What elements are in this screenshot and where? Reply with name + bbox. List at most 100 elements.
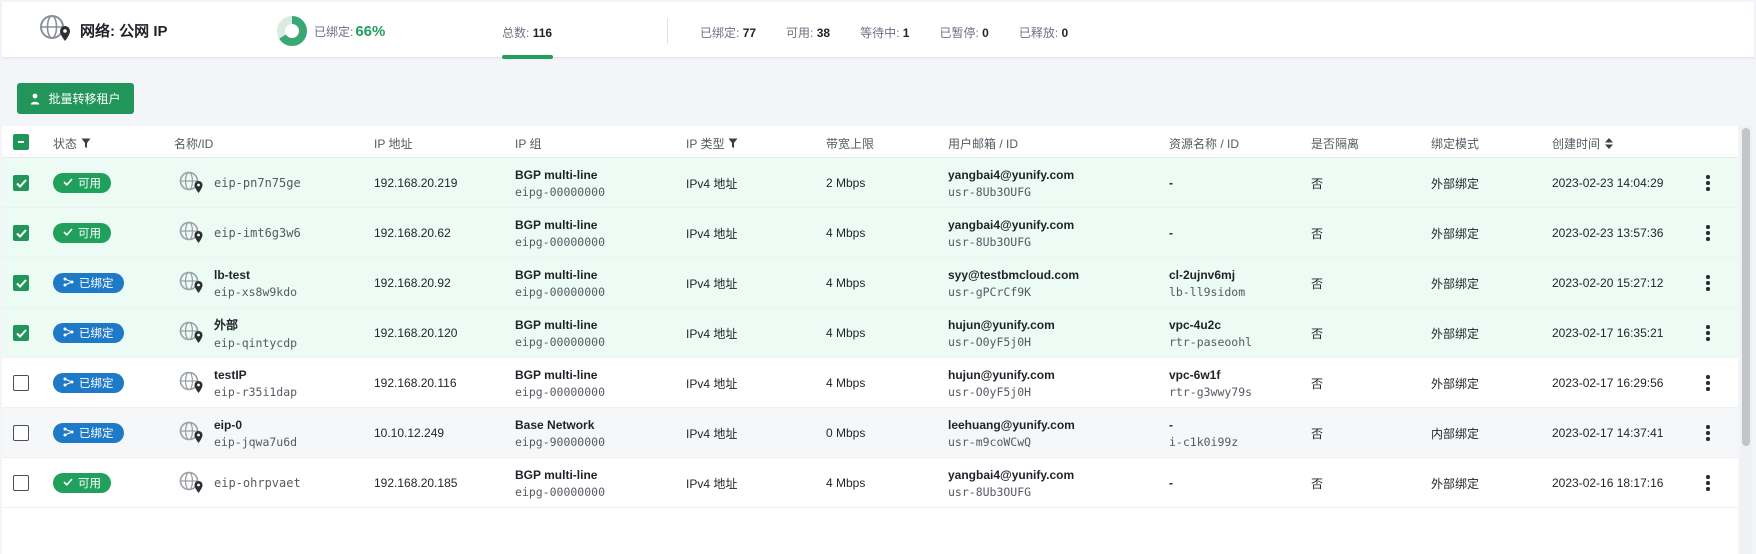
total-label: 总数:	[502, 26, 530, 40]
more-actions-icon[interactable]	[1699, 174, 1717, 192]
row-checkbox[interactable]	[13, 358, 29, 408]
eip-name[interactable]: testIP	[214, 368, 297, 382]
created-cell: 2023-02-17 16:35:21	[1552, 326, 1664, 340]
vertical-scrollbar[interactable]	[1740, 126, 1752, 554]
more-actions-icon[interactable]	[1699, 374, 1717, 392]
ipgroup-id[interactable]: eipg-00000000	[515, 385, 605, 399]
col-created[interactable]: 创建时间	[1552, 135, 1614, 152]
ipgroup-id[interactable]: eipg-00000000	[515, 285, 605, 299]
ipgroup-id[interactable]: eipg-00000000	[515, 235, 605, 249]
check-icon	[63, 178, 73, 186]
eip-name[interactable]: lb-test	[214, 268, 297, 282]
row-actions[interactable]	[1699, 408, 1717, 458]
status-text: 已绑定	[79, 378, 114, 390]
stat-bound[interactable]: 已绑定: 77	[700, 24, 756, 41]
sort-icon[interactable]	[1605, 138, 1614, 149]
ipgroup-name: BGP multi-line	[515, 267, 598, 282]
user-id[interactable]: usr-8Ub3OUFG	[948, 235, 1074, 249]
isolated-cell: 否	[1311, 326, 1324, 341]
resource-name: -	[1169, 176, 1173, 190]
col-name: 名称/ID	[174, 137, 214, 151]
user-id[interactable]: usr-m9coWCwQ	[948, 435, 1075, 449]
eip-name[interactable]: eip-0	[214, 418, 297, 432]
stat-available[interactable]: 可用: 38	[786, 24, 830, 41]
iptype-cell: IPv4 地址	[686, 226, 738, 241]
eip-id[interactable]: eip-jqwa7u6d	[214, 435, 297, 449]
row-actions[interactable]	[1699, 358, 1717, 408]
page-title: 网络: 公网 IP	[80, 22, 168, 40]
user-id[interactable]: usr-gPCrCf9K	[948, 285, 1079, 299]
resource-id[interactable]: lb-ll9sidom	[1169, 285, 1245, 299]
batch-transfer-label: 批量转移租户	[48, 92, 121, 106]
resource-id[interactable]: i-c1k0i99z	[1169, 435, 1238, 449]
eip-id[interactable]: eip-xs8w9kdo	[214, 285, 297, 299]
row-actions[interactable]	[1699, 458, 1717, 508]
more-actions-icon[interactable]	[1699, 274, 1717, 292]
ipgroup-id[interactable]: eipg-00000000	[515, 185, 605, 199]
select-all-checkbox[interactable]	[13, 134, 29, 150]
ipgroup-id[interactable]: eipg-00000000	[515, 485, 605, 499]
eip-name[interactable]: 外部	[214, 316, 297, 333]
ipgroup-name: BGP multi-line	[515, 467, 598, 482]
row-checkbox[interactable]	[13, 258, 29, 308]
resource-id[interactable]: rtr-g3wwy79s	[1169, 385, 1252, 399]
eip-id[interactable]: eip-r35i1dap	[214, 385, 297, 399]
eip-id[interactable]: eip-qintycdp	[214, 336, 297, 350]
name-cell: testIP eip-r35i1dap	[178, 358, 297, 408]
more-actions-icon[interactable]	[1699, 324, 1717, 342]
name-cell: eip-ohrpvaet	[178, 458, 301, 508]
eip-id[interactable]: eip-pn7n75ge	[214, 176, 301, 190]
resource-id[interactable]: rtr-paseoohl	[1169, 335, 1252, 349]
filter-icon[interactable]	[728, 138, 738, 149]
scrollbar-thumb[interactable]	[1742, 128, 1750, 446]
ipgroup-id[interactable]: eipg-90000000	[515, 435, 605, 449]
status-cell: 已绑定	[53, 358, 124, 408]
row-checkbox[interactable]	[13, 408, 29, 458]
iptype-cell: IPv4 地址	[686, 376, 738, 391]
total-tab[interactable]: 总数: 116	[502, 24, 552, 41]
bind-icon	[63, 277, 74, 286]
table-row[interactable]: 已绑定 eip-0 eip-jqwa7u6d 10.10.12.249 Base…	[2, 408, 1738, 458]
more-actions-icon[interactable]	[1699, 224, 1717, 242]
user-email: yangbai4@yunify.com	[948, 217, 1075, 232]
stat-pending[interactable]: 等待中: 1	[860, 24, 909, 41]
col-iptype[interactable]: IP 类型	[686, 135, 738, 152]
more-actions-icon[interactable]	[1699, 474, 1717, 492]
resource-cell: cl-2ujnv6mj lb-ll9sidom	[1169, 258, 1245, 308]
created-cell: 2023-02-23 13:57:36	[1552, 226, 1664, 240]
table-row[interactable]: 可用 eip-pn7n75ge 192.168.20.219 BGP multi…	[2, 158, 1738, 208]
bind-icon	[63, 377, 74, 386]
table-row[interactable]: 已绑定 lb-test eip-xs8w9kdo 192.168.20.92 B…	[2, 258, 1738, 308]
stat-suspended[interactable]: 已暂停: 0	[939, 24, 988, 41]
total-value: 116	[532, 26, 553, 40]
row-actions[interactable]	[1699, 308, 1717, 358]
user-cell: yangbai4@yunify.com usr-8Ub3OUFG	[948, 158, 1074, 208]
ip-cell: 192.168.20.185	[374, 458, 457, 508]
table-row[interactable]: 已绑定 testIP eip-r35i1dap 192.168.20.116 B…	[2, 358, 1738, 408]
row-checkbox[interactable]	[13, 458, 29, 508]
status-text: 可用	[78, 228, 101, 240]
ipgroup-name: BGP multi-line	[515, 217, 598, 232]
table-row[interactable]: 已绑定 外部 eip-qintycdp 192.168.20.120 BGP m…	[2, 308, 1738, 358]
user-id[interactable]: usr-8Ub3OUFG	[948, 485, 1074, 499]
batch-transfer-tenant-button[interactable]: 批量转移租户	[17, 83, 134, 114]
ipgroup-id[interactable]: eipg-00000000	[515, 335, 605, 349]
stat-released[interactable]: 已释放: 0	[1019, 24, 1068, 41]
table-row[interactable]: 可用 eip-imt6g3w6 192.168.20.62 BGP multi-…	[2, 208, 1738, 258]
row-checkbox[interactable]	[13, 158, 29, 208]
eip-id[interactable]: eip-ohrpvaet	[214, 476, 301, 490]
row-actions[interactable]	[1699, 208, 1717, 258]
eip-id[interactable]: eip-imt6g3w6	[214, 226, 301, 240]
ip-cell: 192.168.20.116	[374, 358, 457, 408]
user-id[interactable]: usr-O0yF5j0H	[948, 335, 1055, 349]
row-checkbox[interactable]	[13, 208, 29, 258]
col-status[interactable]: 状态	[53, 135, 91, 152]
more-actions-icon[interactable]	[1699, 424, 1717, 442]
user-id[interactable]: usr-8Ub3OUFG	[948, 185, 1074, 199]
row-checkbox[interactable]	[13, 308, 29, 358]
table-row[interactable]: 可用 eip-ohrpvaet 192.168.20.185 BGP multi…	[2, 458, 1738, 508]
user-id[interactable]: usr-O0yF5j0H	[948, 385, 1055, 399]
row-actions[interactable]	[1699, 158, 1717, 208]
row-actions[interactable]	[1699, 258, 1717, 308]
filter-icon[interactable]	[81, 138, 91, 149]
